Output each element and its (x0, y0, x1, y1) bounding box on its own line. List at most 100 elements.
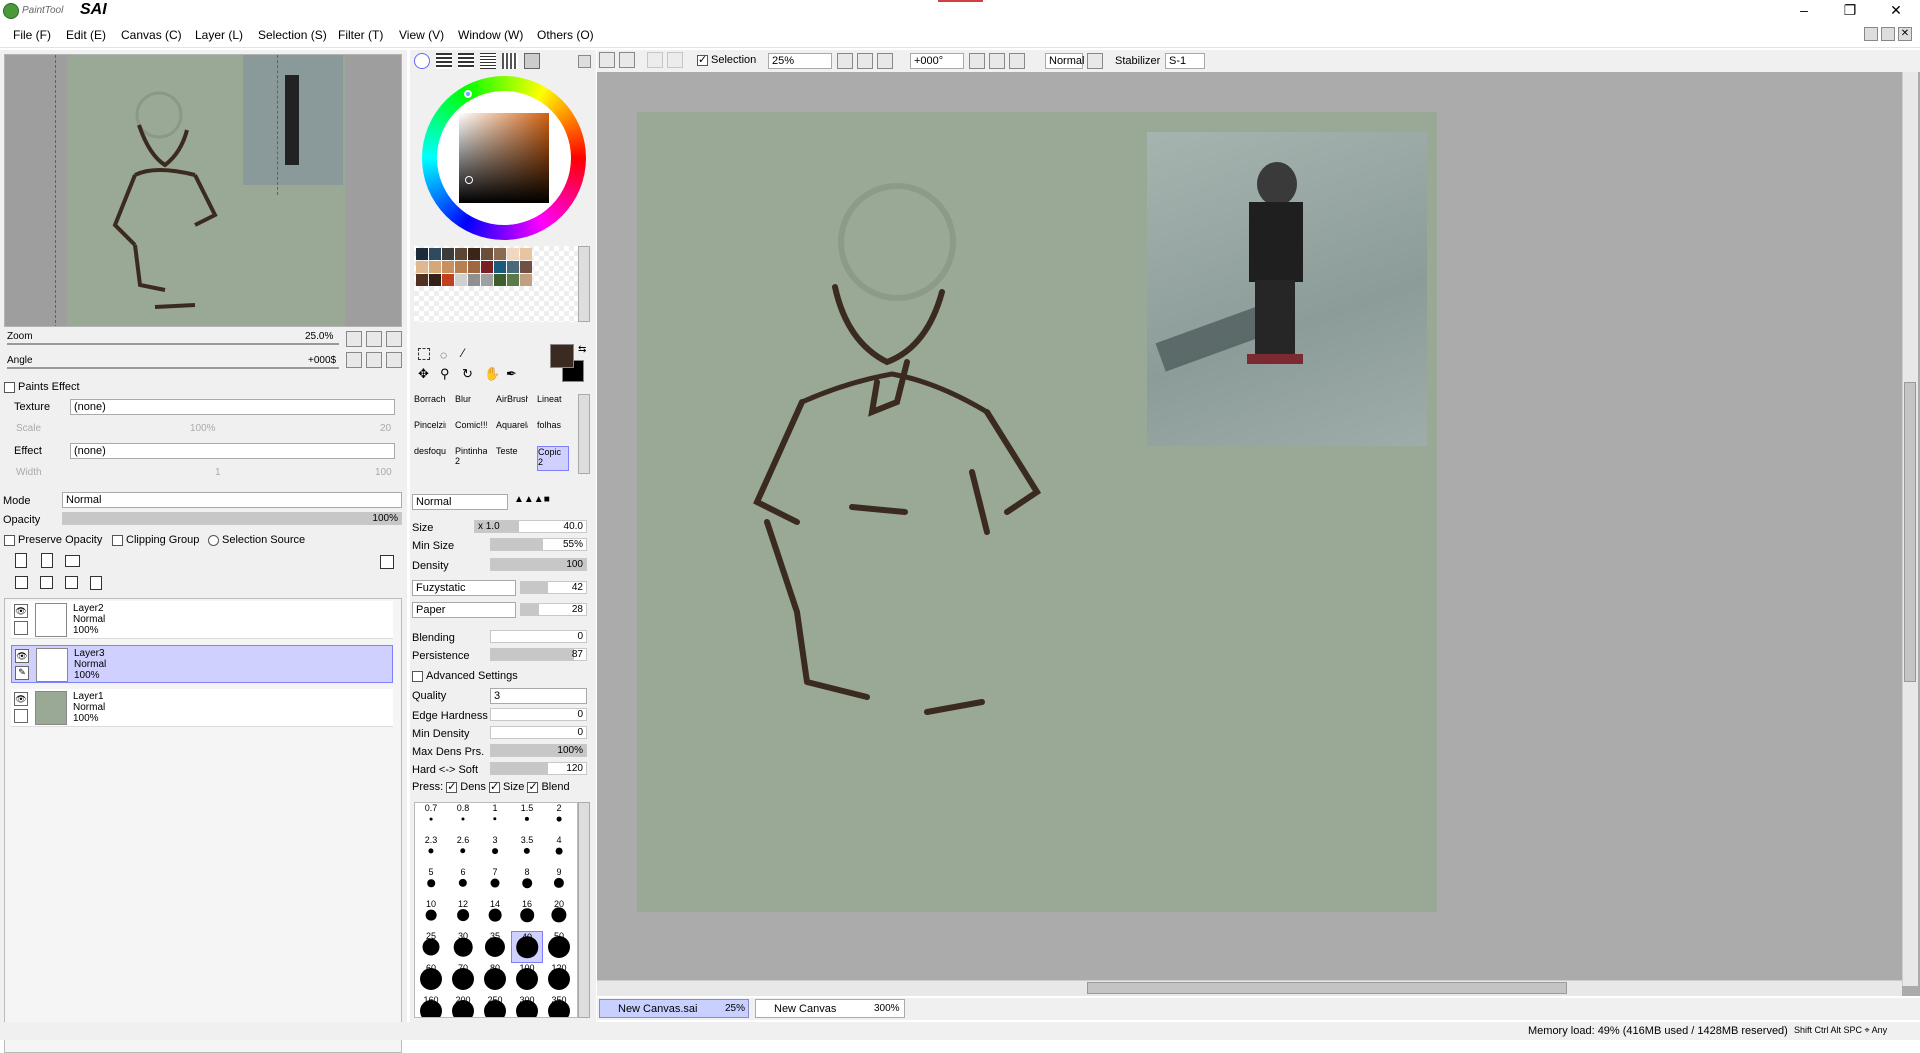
rotate-right-button[interactable] (366, 352, 382, 368)
brush-size-cell[interactable]: 16 (511, 899, 543, 931)
color-swatch[interactable] (468, 248, 480, 260)
layer-item-layer3[interactable]: 👁 ✎ Layer3 Normal 100% (11, 645, 393, 683)
menu-canvas[interactable]: Canvas (C) (121, 28, 182, 42)
color-swatch[interactable] (442, 274, 454, 286)
color-swatch[interactable] (520, 274, 532, 286)
brush-size-cell[interactable]: 25 (415, 931, 447, 963)
tab-new-canvas[interactable]: New Canvas 300% (755, 999, 905, 1018)
color-swatch[interactable] (520, 248, 532, 260)
size-grid-scrollbar[interactable] (578, 802, 590, 1018)
layer-item-layer1[interactable]: 👁 Layer1 Normal 100% (11, 689, 393, 727)
brush-size-cell[interactable]: 35 (479, 931, 511, 963)
color-swatch[interactable] (507, 274, 519, 286)
deselect-icon[interactable] (647, 52, 663, 68)
brush-size-cell[interactable]: 300 (511, 995, 543, 1017)
restore-icon[interactable]: ❐ (1830, 2, 1870, 19)
hue-marker[interactable] (464, 90, 472, 98)
color-swatch[interactable] (507, 248, 519, 260)
brush-size-cell[interactable]: 12 (447, 899, 479, 931)
move-icon[interactable]: ✥ (418, 366, 429, 382)
menu-others[interactable]: Others (O) (537, 28, 594, 42)
menu-edit[interactable]: Edit (E) (66, 28, 106, 42)
max-dens-slider[interactable]: 100% (490, 744, 587, 757)
brush-tool-6[interactable]: Aquarela (496, 420, 528, 445)
sv-marker[interactable] (465, 176, 473, 184)
brush-tool-7[interactable]: folhas (537, 420, 569, 445)
brush-size-cell[interactable]: 7 (479, 867, 511, 899)
brush-tool-11[interactable]: Copic 2 (537, 446, 569, 471)
advanced-settings-toggle[interactable]: Advanced Settings (412, 670, 518, 682)
brush-size-cell[interactable]: 10 (415, 899, 447, 931)
min-density-slider[interactable]: 0 (490, 726, 587, 739)
navigator[interactable] (4, 54, 402, 327)
hard-soft-slider[interactable]: 120 (490, 762, 587, 775)
invert-selection-icon[interactable] (667, 52, 683, 68)
preserve-opacity-checkbox[interactable]: Preserve Opacity (4, 534, 102, 546)
swatch-grid[interactable] (414, 246, 578, 322)
lasso-icon[interactable]: ◌ (440, 348, 447, 362)
hand-icon[interactable]: ✋ (484, 366, 500, 382)
brush-tool-0[interactable]: Borracha (414, 394, 446, 419)
effect-select[interactable]: (none) (70, 443, 395, 459)
menu-window[interactable]: Window (W) (458, 28, 523, 42)
brush-size-cell[interactable]: 120 (543, 963, 575, 995)
brush-size-cell[interactable]: 6 (447, 867, 479, 899)
angle-slider[interactable] (7, 367, 339, 369)
horizontal-scroll-thumb[interactable] (1087, 982, 1567, 994)
brush-size-cell[interactable]: 100 (511, 963, 543, 995)
brush-size-cell[interactable]: 9 (543, 867, 575, 899)
press-dens-checkbox[interactable] (446, 780, 458, 793)
brush-size-cell[interactable]: 350 (543, 995, 575, 1017)
brush-size-cell[interactable]: 30 (447, 931, 479, 963)
eye-icon[interactable]: 👁 (14, 692, 28, 706)
new-linework-layer-icon[interactable] (41, 553, 53, 568)
menu-view[interactable]: View (V) (399, 28, 444, 42)
new-folder-icon[interactable] (65, 555, 80, 567)
brush-size-cell[interactable]: 2.3 (415, 835, 447, 867)
toolbar-rotate-left-button[interactable] (969, 53, 985, 69)
min-size-slider[interactable]: 55% (490, 538, 587, 551)
color-swatch[interactable] (520, 261, 532, 273)
opacity-slider[interactable]: 100% (62, 512, 402, 525)
zoom-reset-button[interactable] (386, 331, 402, 347)
color-sv-square[interactable] (459, 113, 549, 203)
color-swatch[interactable] (468, 261, 480, 273)
mode-select[interactable]: Normal (62, 492, 402, 508)
toolbar-rotate-right-button[interactable] (989, 53, 1005, 69)
color-swatch[interactable] (494, 274, 506, 286)
color-swatch[interactable] (481, 274, 493, 286)
toolbar-zoom-reset-button[interactable] (877, 53, 893, 69)
rgb-slider-mode-icon[interactable] (436, 53, 452, 69)
eye-icon[interactable]: 👁 (15, 649, 29, 663)
panel-menu-icon[interactable] (578, 55, 591, 68)
press-blend-checkbox[interactable] (527, 780, 539, 793)
color-swatch[interactable] (416, 274, 428, 286)
primary-color[interactable] (550, 344, 574, 368)
brush-tool-8[interactable]: desfoque (414, 446, 446, 471)
canvas-workspace[interactable] (597, 72, 1920, 996)
pen-icon[interactable]: ✎ (15, 666, 29, 680)
brush-size-cell[interactable]: 20 (543, 899, 575, 931)
color-swatch[interactable] (481, 261, 493, 273)
select-rect-icon[interactable] (418, 348, 430, 360)
paints-effect-header[interactable]: Paints Effect (4, 381, 80, 393)
flip-icon[interactable] (1087, 53, 1103, 69)
eyedropper-icon[interactable]: ✒ (506, 366, 517, 382)
zoom-out-button[interactable] (346, 331, 362, 347)
brush-size-cell[interactable]: 3.5 (511, 835, 543, 867)
color-swatch[interactable] (442, 248, 454, 260)
brush-size-cell[interactable]: 14 (479, 899, 511, 931)
trash-icon[interactable] (90, 576, 102, 590)
toolbar-zoom-out-button[interactable] (837, 53, 853, 69)
brush-size-cell[interactable]: 3 (479, 835, 511, 867)
texture-select[interactable]: (none) (70, 399, 395, 415)
color-swatch[interactable] (429, 261, 441, 273)
brush-tool-1[interactable]: Blur (455, 394, 487, 419)
brush-size-cell[interactable]: 60 (415, 963, 447, 995)
color-swatch[interactable] (494, 261, 506, 273)
brush-size-cell[interactable]: 5 (415, 867, 447, 899)
brush-size-cell[interactable]: 200 (447, 995, 479, 1017)
menu-layer[interactable]: Layer (L) (195, 28, 243, 42)
blending-slider[interactable]: 0 (490, 630, 587, 643)
minimize-icon[interactable]: – (1784, 2, 1824, 18)
